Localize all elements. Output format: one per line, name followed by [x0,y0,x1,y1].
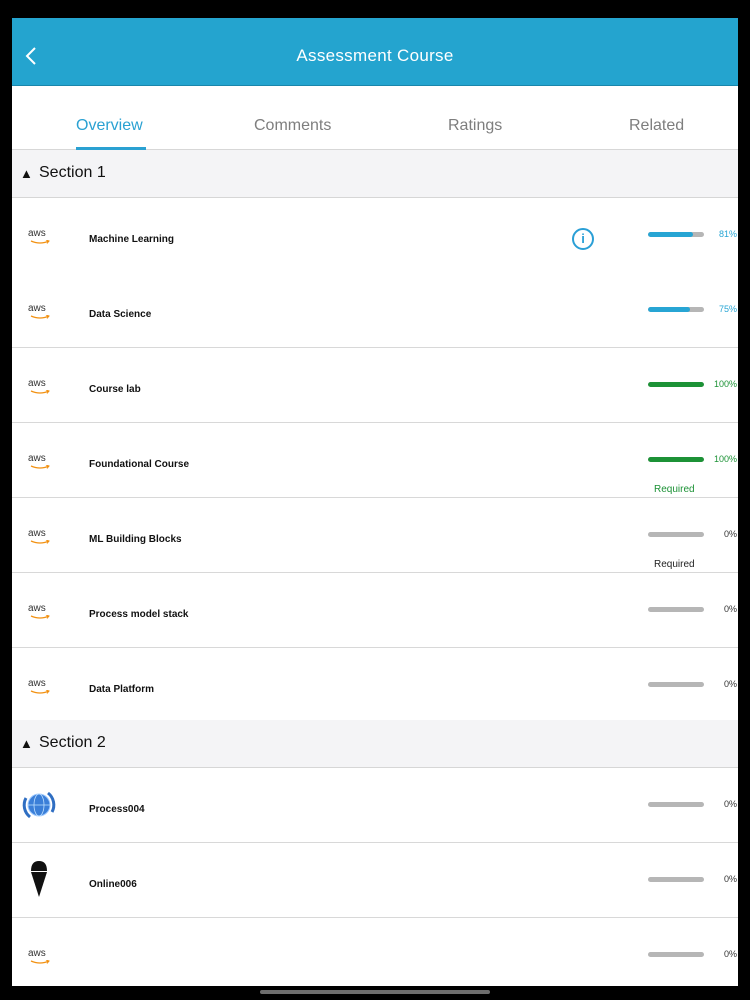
progress-percent: 75% [718,304,737,314]
progress-percent: 0% [723,679,737,689]
section-title: Section 2 [39,734,106,751]
list-item[interactable]: aws Course lab 100% [12,348,738,423]
course-name: Data Science [89,309,152,320]
list-item[interactable]: aws Data Science 75% [12,273,738,348]
tab-bar: Overview Comments Ratings Related [12,85,738,150]
list-item[interactable]: Process004 0% [12,768,738,843]
list-item[interactable]: aws ML Building Blocks 0% Required [12,498,738,573]
aws-logo-icon: aws [28,948,54,966]
progress-bar [648,532,704,537]
aws-logo-icon: aws [28,678,54,696]
course-name: Process004 [89,804,145,815]
progress-percent: 81% [718,229,737,239]
list-item[interactable]: aws Data Platform 0% [12,648,738,722]
list-item[interactable]: Online006 0% [12,843,738,918]
list-item[interactable]: aws 0% [12,918,738,986]
header-bar: Assessment Course [12,18,738,86]
progress-bar [648,952,704,957]
progress-fill [648,307,690,312]
course-name: Foundational Course [89,459,189,470]
aws-logo-icon: aws [28,453,54,471]
section-title: Section 1 [39,164,106,181]
aws-logo-icon: aws [28,303,54,321]
course-name: Data Platform [89,684,155,695]
progress-percent: 0% [723,949,737,959]
progress-bar [648,682,704,687]
collapse-triangle-icon[interactable]: ▲ [20,736,33,751]
course-name: ML Building Blocks [89,534,182,545]
tab-ratings[interactable]: Ratings [448,117,502,135]
list-item[interactable]: aws Process model stack 0% [12,573,738,648]
progress-fill [648,457,704,462]
progress-bar [648,877,704,882]
list-item[interactable]: aws Machine Learning i 81% [12,198,738,272]
progress-percent: 0% [723,529,737,539]
collapse-triangle-icon[interactable]: ▲ [20,166,33,181]
list-item[interactable]: aws Foundational Course 100% Required [12,423,738,498]
course-name: Course lab [89,384,141,395]
tab-related[interactable]: Related [629,117,684,135]
aws-logo-icon: aws [28,603,54,621]
progress-bar [648,382,704,387]
aws-logo-icon: aws [28,378,54,396]
aws-logo-icon: aws [28,528,54,546]
progress-percent: 100% [713,379,737,389]
course-name: Online006 [89,879,137,890]
required-label: Required [654,559,695,570]
progress-percent: 0% [723,799,737,809]
course-name: Machine Learning [89,234,175,245]
progress-fill [648,232,694,237]
progress-percent: 0% [723,604,737,614]
ice-cream-icon [31,861,47,897]
progress-bar [648,802,704,807]
page-title: Assessment Course [296,46,454,65]
progress-percent: 0% [723,874,737,884]
tab-comments[interactable]: Comments [254,117,331,135]
aws-logo-icon: aws [28,228,54,246]
progress-bar [648,607,704,612]
progress-bar [648,457,704,462]
globe-sync-icon [22,791,56,819]
progress-percent: 100% [713,454,737,464]
progress-bar [648,232,704,237]
course-name: Process model stack [89,609,189,620]
progress-fill [648,382,704,387]
info-icon[interactable]: i [572,228,594,250]
home-indicator [260,990,490,994]
progress-bar [648,307,704,312]
section-header[interactable]: ▲ Section 2 [12,720,738,768]
app-screen: Assessment Course Overview Comments Rati… [12,18,738,986]
section-header[interactable]: ▲ Section 1 [12,150,738,198]
required-label: Required [654,484,695,495]
tab-overview[interactable]: Overview [76,117,143,135]
